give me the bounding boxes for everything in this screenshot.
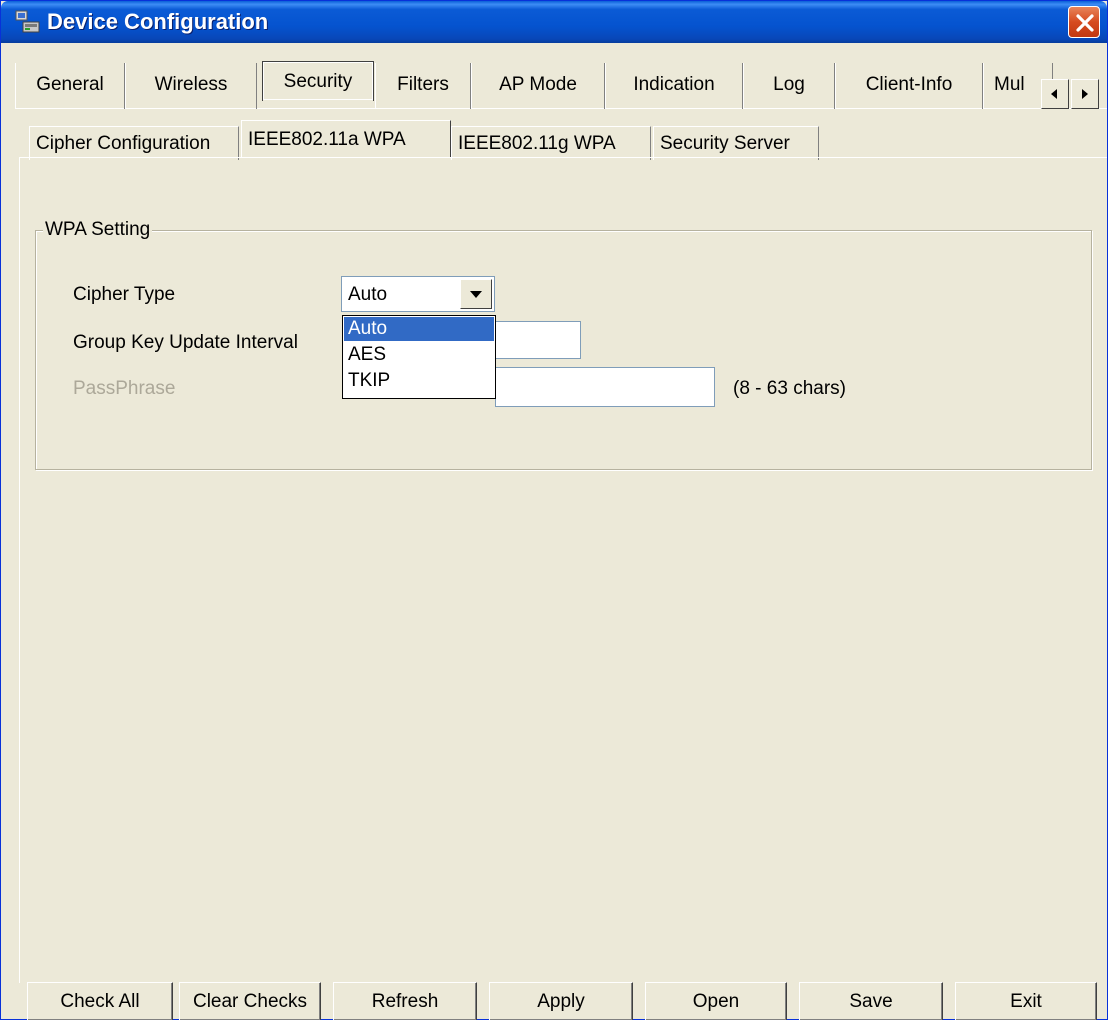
title-bar[interactable]: Device Configuration [1, 1, 1107, 43]
passphrase-label: PassPhrase [73, 378, 176, 399]
cipher-type-label: Cipher Type [73, 284, 176, 305]
passphrase-input[interactable] [495, 367, 715, 407]
cipher-type-dropdown-button[interactable] [460, 279, 492, 309]
wpa-setting-legend: WPA Setting [43, 219, 153, 241]
close-icon [1076, 14, 1094, 32]
network-device-icon [15, 10, 41, 34]
scroll-left-button[interactable] [1041, 79, 1069, 109]
check-all-button[interactable]: Check All [27, 982, 173, 1020]
tab-indication[interactable]: Indication [605, 63, 743, 109]
tab-ap-mode[interactable]: AP Mode [471, 63, 605, 109]
tab-security[interactable]: Security [262, 61, 374, 101]
subtab-cipher-configuration[interactable]: Cipher Configuration [29, 126, 239, 160]
cipher-option-auto[interactable]: Auto [344, 317, 494, 341]
group-key-update-interval-input[interactable] [495, 321, 581, 359]
cipher-type-value: Auto [348, 284, 388, 305]
main-tab-strip: General Wireless Security Filters AP Mod… [15, 61, 1107, 109]
arrow-left-icon [1051, 89, 1057, 99]
exit-button[interactable]: Exit [955, 982, 1097, 1020]
tab-log[interactable]: Log [743, 63, 835, 109]
tab-general[interactable]: General [15, 63, 125, 109]
refresh-button[interactable]: Refresh [333, 982, 477, 1020]
apply-button[interactable]: Apply [489, 982, 633, 1020]
tab-scroll-arrows [1041, 79, 1101, 109]
open-button[interactable]: Open [645, 982, 787, 1020]
passphrase-hint: (8 - 63 chars) [733, 378, 846, 399]
device-configuration-window: Device Configuration General Wireless Se… [0, 0, 1108, 1020]
tab-wireless[interactable]: Wireless [125, 63, 257, 109]
scroll-right-button[interactable] [1071, 79, 1099, 109]
chevron-down-icon [470, 291, 482, 298]
cipher-option-aes[interactable]: AES [344, 343, 494, 367]
group-key-update-interval-label: Group Key Update Interval [73, 332, 298, 353]
subtab-security-server[interactable]: Security Server [653, 126, 819, 160]
cipher-option-tkip[interactable]: TKIP [344, 369, 494, 393]
close-button[interactable] [1068, 6, 1100, 38]
subtab-ieee80211a-wpa[interactable]: IEEE802.11a WPA [241, 120, 451, 158]
save-button[interactable]: Save [799, 982, 943, 1020]
tab-filters[interactable]: Filters [375, 63, 471, 109]
cipher-type-select[interactable]: Auto [341, 276, 495, 312]
window-title: Device Configuration [47, 9, 269, 34]
tab-client-info[interactable]: Client-Info [835, 63, 983, 109]
subtab-ieee80211g-wpa[interactable]: IEEE802.11g WPA [451, 126, 651, 160]
clear-checks-button[interactable]: Clear Checks [179, 982, 321, 1020]
arrow-right-icon [1082, 89, 1088, 99]
cipher-type-dropdown-list: Auto AES TKIP [342, 315, 496, 399]
